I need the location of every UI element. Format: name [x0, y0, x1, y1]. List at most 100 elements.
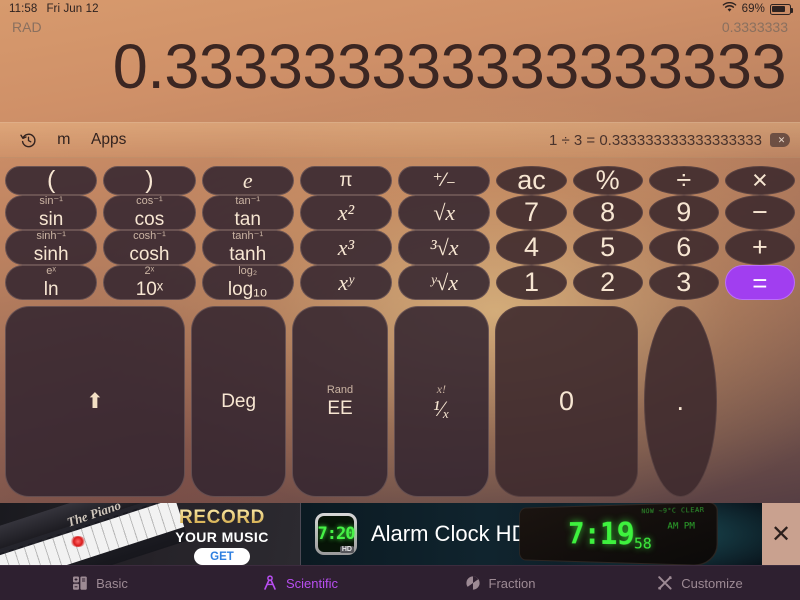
calculator-app: 11:58 Fri Jun 12 69% RAD 0.3333333 0.333…	[0, 0, 800, 600]
advertisement-banner[interactable]: The Piano RECORD YOUR MUSIC GET 7:20 HD …	[0, 503, 800, 565]
y-root-x-key[interactable]: ʸ√x	[398, 265, 491, 300]
keypad-row-1: () e π ⁺⁄₋ ac% ÷ ×	[5, 166, 795, 195]
euler-e-label: e	[242, 167, 253, 193]
digit-1-label: 1	[523, 267, 539, 297]
log-base-10-secondary-label: log₂	[238, 265, 258, 277]
divide-label: ÷	[676, 166, 692, 195]
ee-rand-key[interactable]: Rand EE	[292, 306, 388, 497]
square-root-label: √x	[433, 199, 456, 225]
digit-8-label: 8	[600, 197, 616, 227]
x-cubed-label: x³	[337, 234, 355, 260]
digit-3-key[interactable]: 3	[648, 265, 719, 300]
digit-1-key[interactable]: 1	[496, 265, 567, 300]
all-clear-key[interactable]: ac	[496, 166, 567, 195]
ad-app-title: Alarm Clock HD	[371, 521, 528, 546]
cosh-key[interactable]: cosh⁻¹ cosh	[103, 230, 196, 265]
open-paren-key[interactable]: (	[5, 166, 98, 195]
natural-log-label: ln	[43, 279, 59, 300]
digit-4-key[interactable]: 4	[496, 230, 567, 265]
pi-label: π	[339, 170, 353, 191]
tab-scientific-label: Scientific	[285, 575, 339, 591]
ad-left-text: RECORD YOUR MUSIC GET	[152, 507, 292, 565]
digit-2-label: 2	[600, 267, 616, 297]
shift-up-arrow-icon: ⬆	[86, 390, 104, 413]
wifi-icon	[722, 1, 737, 16]
shift-key[interactable]: ⬆	[5, 306, 185, 497]
history-clock-icon[interactable]	[10, 125, 47, 155]
digit-8-key[interactable]: 8	[572, 195, 643, 230]
tanh-secondary-label: tanh⁻¹	[232, 230, 264, 242]
open-paren-label: (	[46, 166, 56, 194]
factorial-label: x!	[436, 382, 447, 396]
multiply-label: ×	[752, 166, 768, 195]
ad-headline: RECORD	[152, 507, 292, 529]
reciprocal-label: ¹⁄ₓ	[433, 396, 450, 421]
pi-key[interactable]: π	[299, 166, 393, 195]
backspace-icon[interactable]: ✕	[770, 133, 790, 147]
tab-scientific[interactable]: Scientific	[200, 566, 400, 600]
tan-key[interactable]: tan⁻¹ tan	[201, 195, 294, 230]
plus-key[interactable]: +	[724, 230, 795, 265]
log-base-10-key[interactable]: log₂ log₁₀	[201, 265, 294, 300]
sin-key[interactable]: sin⁻¹ sin	[5, 195, 98, 230]
ad-get-button[interactable]: GET	[194, 548, 250, 565]
equals-key[interactable]: =	[724, 265, 795, 300]
tanh-key[interactable]: tanh⁻¹ tanh	[201, 230, 294, 265]
digit-7-label: 7	[523, 197, 539, 227]
reciprocal-factorial-key[interactable]: x! ¹⁄ₓ	[393, 306, 490, 497]
x-power-y-key[interactable]: xʸ	[299, 265, 393, 300]
digit-9-key[interactable]: 9	[648, 195, 719, 230]
digit-2-key[interactable]: 2	[572, 265, 643, 300]
tab-fraction[interactable]: Fraction	[400, 566, 600, 600]
battery-percent: 69%	[741, 3, 765, 15]
multiply-key[interactable]: ×	[724, 166, 795, 195]
ad-right-panel[interactable]: 7:20 HD Alarm Clock HD 7:19 58 AM PM NOW…	[301, 503, 762, 565]
sinh-key[interactable]: sinh⁻¹ sinh	[5, 230, 98, 265]
toolbar: m Apps 1 ÷ 3 = 0.333333333333333333 ✕	[0, 122, 800, 158]
close-x-icon[interactable]: ✕	[762, 503, 800, 565]
square-root-key[interactable]: √x	[398, 195, 491, 230]
cube-root-label: ³√x	[430, 234, 459, 260]
decimal-point-key[interactable]: .	[644, 306, 717, 497]
tab-basic[interactable]: Basic	[0, 566, 200, 600]
ten-power-x-key[interactable]: 2ˣ 10ˣ	[103, 265, 196, 300]
digit-7-key[interactable]: 7	[496, 195, 567, 230]
minus-key[interactable]: −	[724, 195, 795, 230]
result-display: 0.333333333333333333	[112, 32, 787, 102]
deg-rad-toggle-key[interactable]: Deg	[190, 306, 287, 497]
compass-divider-icon	[262, 575, 278, 591]
digit-5-label: 5	[600, 232, 616, 262]
natural-log-key[interactable]: eˣ ln	[5, 265, 98, 300]
app-icon-hd-badge: HD	[339, 546, 354, 553]
tab-basic-label: Basic	[96, 575, 128, 591]
tab-customize[interactable]: Customize	[600, 566, 800, 600]
close-paren-key[interactable]: )	[103, 166, 196, 195]
cos-key[interactable]: cos⁻¹ cos	[103, 195, 196, 230]
status-time: 11:58	[9, 3, 38, 15]
angle-mode-label[interactable]: RAD	[12, 19, 42, 35]
toolbar-right: 1 ÷ 3 = 0.333333333333333333 ✕	[549, 132, 790, 149]
keypad: () e π ⁺⁄₋ ac% ÷ × sin⁻¹ sin cos⁻¹ cos tan⁻¹ tan x² √x…	[0, 158, 800, 503]
basic-calculator-icon	[72, 575, 88, 591]
cosh-label: cosh	[129, 244, 170, 265]
x-power-y-label: xʸ	[338, 269, 354, 295]
battery-icon	[770, 3, 794, 15]
cube-root-key[interactable]: ³√x	[398, 230, 491, 265]
x-cubed-key[interactable]: x³	[299, 230, 393, 265]
digit-6-key[interactable]: 6	[648, 230, 719, 265]
y-root-x-label: ʸ√x	[430, 269, 458, 295]
plus-minus-key[interactable]: ⁺⁄₋	[398, 166, 491, 195]
memory-button[interactable]: m	[47, 125, 81, 155]
euler-e-key[interactable]: e	[201, 166, 294, 195]
digit-0-key[interactable]: 0	[495, 306, 639, 497]
percent-key[interactable]: %	[572, 166, 643, 195]
digit-4-label: 4	[523, 232, 539, 262]
digit-0-label: 0	[559, 386, 575, 416]
apps-button[interactable]: Apps	[81, 125, 136, 155]
ad-left-panel[interactable]: The Piano RECORD YOUR MUSIC GET	[0, 503, 300, 565]
digit-5-key[interactable]: 5	[572, 230, 643, 265]
x-squared-key[interactable]: x²	[299, 195, 393, 230]
equals-label: =	[752, 267, 768, 298]
deg-label: Deg	[221, 391, 257, 412]
divide-key[interactable]: ÷	[648, 166, 719, 195]
